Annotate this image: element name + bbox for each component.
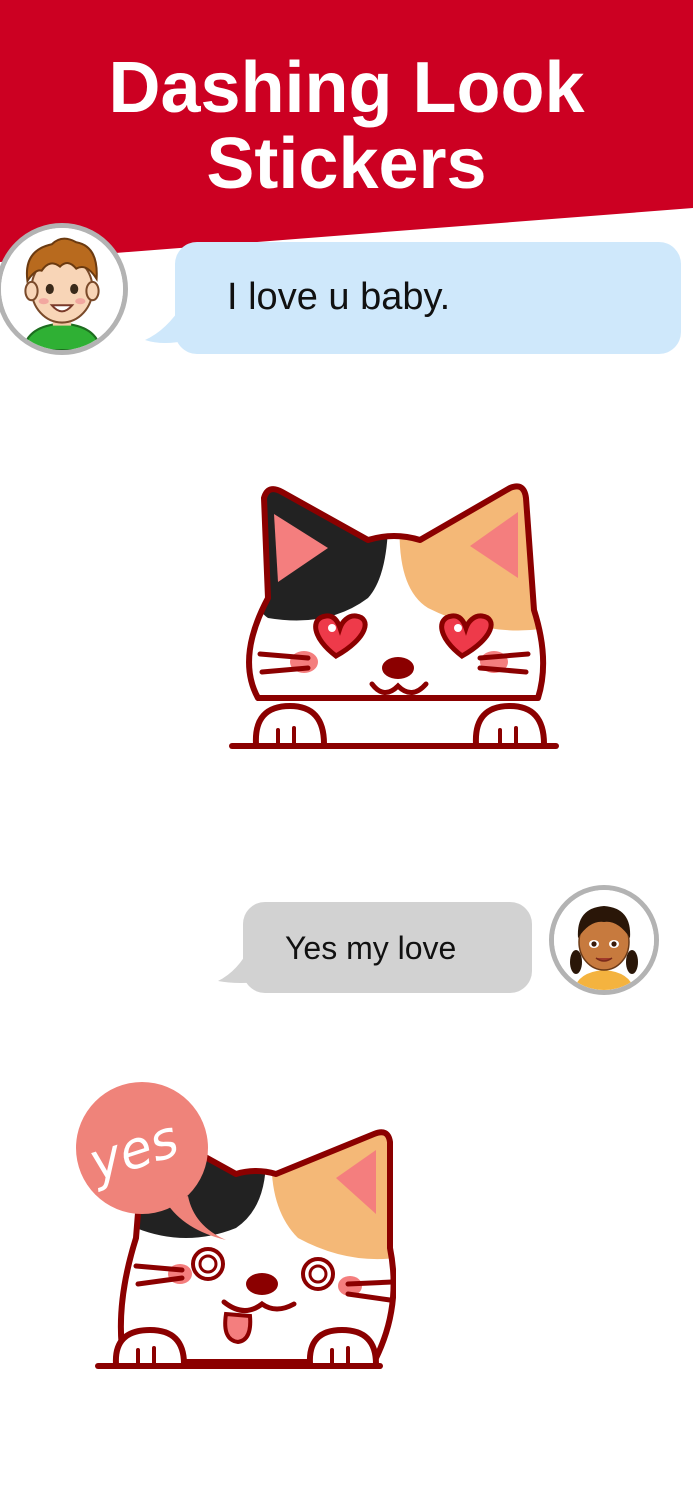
heart-eyes-calico-cat-icon[interactable] <box>228 478 560 760</box>
girl-avatar-icon <box>554 890 654 990</box>
message-text: Yes my love <box>285 930 457 966</box>
title-line-1: Dashing Look <box>108 48 585 128</box>
boy-avatar-icon <box>1 228 123 350</box>
girl-avatar[interactable] <box>549 885 659 995</box>
dizzy-calico-cat-icon[interactable]: yes <box>76 1078 396 1374</box>
title-line-2: Stickers <box>206 124 487 204</box>
message-bubble-incoming: I love u baby. <box>175 242 681 354</box>
message-bubble-outgoing: Yes my love <box>243 902 532 993</box>
page-title: Dashing Look Stickers <box>0 50 693 202</box>
message-text: I love u baby. <box>227 276 451 318</box>
boy-avatar[interactable] <box>0 223 128 355</box>
